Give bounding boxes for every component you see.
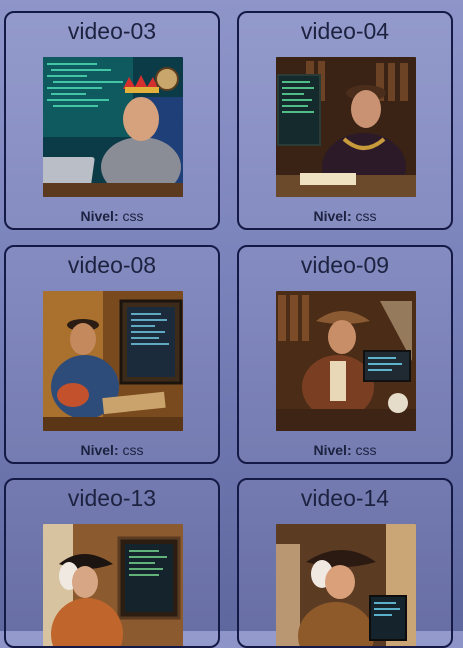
video-title[interactable]: video-08 bbox=[6, 252, 218, 279]
level-label: Nivel: bbox=[313, 208, 352, 224]
video-title[interactable]: video-13 bbox=[6, 485, 218, 512]
video-title[interactable]: video-03 bbox=[6, 18, 218, 45]
video-card-grid: video-03 Nivel: css video-04 Nivel: css … bbox=[0, 0, 463, 648]
video-card[interactable]: video-13 bbox=[4, 478, 220, 648]
video-card[interactable]: video-14 bbox=[237, 478, 453, 648]
video-title[interactable]: video-04 bbox=[239, 18, 451, 45]
video-card[interactable]: video-08 Nivel: css bbox=[4, 245, 220, 464]
level-label: Nivel: bbox=[80, 442, 119, 458]
video-level: Nivel: css bbox=[6, 208, 218, 224]
level-value: css bbox=[355, 208, 377, 224]
video-card[interactable]: video-04 Nivel: css bbox=[237, 11, 453, 230]
level-value: css bbox=[122, 208, 144, 224]
level-label: Nivel: bbox=[80, 208, 119, 224]
level-value: css bbox=[122, 442, 144, 458]
video-thumbnail[interactable] bbox=[276, 524, 416, 646]
level-value: css bbox=[355, 442, 377, 458]
video-thumbnail[interactable] bbox=[43, 291, 183, 431]
level-label: Nivel: bbox=[313, 442, 352, 458]
video-level: Nivel: css bbox=[6, 442, 218, 458]
video-card[interactable]: video-03 Nivel: css bbox=[4, 11, 220, 230]
video-title[interactable]: video-14 bbox=[239, 485, 451, 512]
video-level: Nivel: css bbox=[239, 442, 451, 458]
video-thumbnail[interactable] bbox=[43, 524, 183, 646]
video-title[interactable]: video-09 bbox=[239, 252, 451, 279]
video-thumbnail[interactable] bbox=[43, 57, 183, 197]
video-thumbnail[interactable] bbox=[276, 291, 416, 431]
video-level: Nivel: css bbox=[239, 208, 451, 224]
video-card[interactable]: video-09 Nivel: css bbox=[237, 245, 453, 464]
video-thumbnail[interactable] bbox=[276, 57, 416, 197]
